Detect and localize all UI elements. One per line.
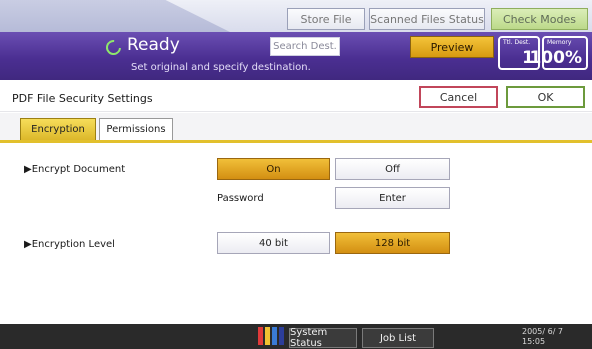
- preview-button[interactable]: Preview: [410, 36, 494, 58]
- password-enter-button[interactable]: Enter: [335, 187, 450, 209]
- memory-counter: Memory 100%: [529, 36, 588, 70]
- system-status-button[interactable]: System Status: [289, 327, 357, 349]
- encrypt-off-button[interactable]: Off: [335, 158, 450, 180]
- job-list-button[interactable]: Job List: [362, 328, 434, 348]
- ready-status: Ready: [127, 35, 180, 55]
- search-destination-field[interactable]: Search Dest.: [270, 37, 340, 56]
- memory-value: 100%: [529, 48, 582, 68]
- time-text: 15:05: [522, 337, 546, 346]
- encryption-40bit-button[interactable]: 40 bit: [217, 232, 330, 254]
- ok-button[interactable]: OK: [506, 86, 585, 108]
- password-label: Password: [217, 193, 264, 204]
- status-message: Set original and specify destination.: [131, 62, 311, 73]
- date-time: 2005/ 6/ 7 15:05: [522, 327, 563, 347]
- encryption-128bit-button[interactable]: 128 bit: [335, 232, 450, 254]
- tab-encryption[interactable]: Encryption: [20, 118, 96, 140]
- check-modes-button[interactable]: Check Modes: [491, 8, 588, 30]
- encryption-level-label: ▶Encryption Level: [24, 239, 115, 250]
- scanned-files-status-button[interactable]: Scanned Files Status: [369, 8, 485, 30]
- encrypt-on-button[interactable]: On: [217, 158, 330, 180]
- memory-label: Memory: [547, 39, 572, 46]
- page-title: PDF File Security Settings: [12, 92, 153, 105]
- total-destination-label: Ttl. Dest.: [503, 39, 531, 46]
- cancel-button[interactable]: Cancel: [419, 86, 498, 108]
- store-file-button[interactable]: Store File: [287, 8, 365, 30]
- kyoc-logo-icon: [258, 327, 286, 347]
- tab-permissions[interactable]: Permissions: [99, 118, 173, 140]
- encrypt-document-label: ▶Encrypt Document: [24, 164, 126, 175]
- date-text: 2005/ 6/ 7: [522, 327, 564, 336]
